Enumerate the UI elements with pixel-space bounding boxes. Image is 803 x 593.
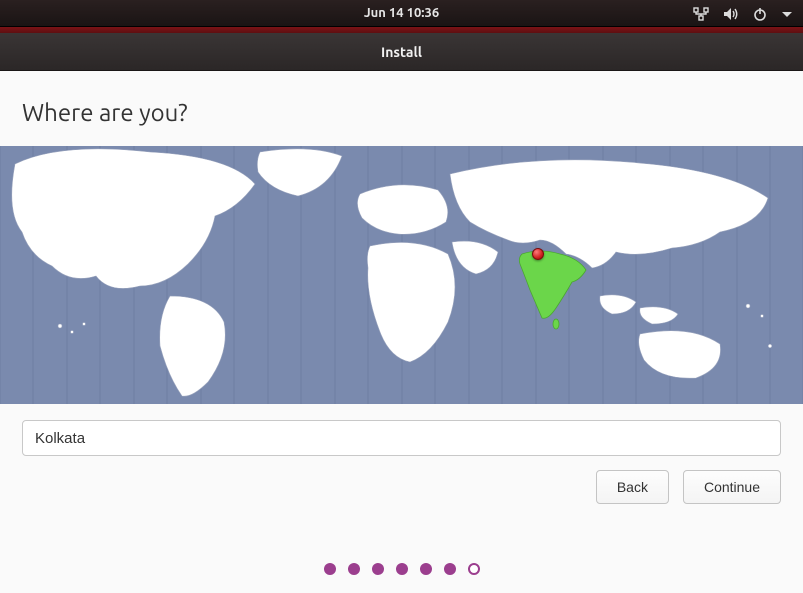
network-icon[interactable] [693, 7, 709, 21]
continue-button[interactable]: Continue [683, 470, 781, 504]
progress-dot [444, 563, 456, 575]
window-title-bar: Install [0, 33, 803, 71]
power-icon[interactable] [753, 7, 767, 21]
timezone-input[interactable] [22, 420, 781, 456]
window-title: Install [381, 44, 422, 60]
system-tray [693, 0, 793, 27]
progress-dots [0, 545, 803, 593]
installer-content: Where are you? [0, 71, 803, 593]
progress-dot [324, 563, 336, 575]
timezone-map[interactable] [0, 146, 803, 404]
progress-dot [468, 563, 480, 575]
progress-dot [348, 563, 360, 575]
progress-dot [372, 563, 384, 575]
progress-dot [396, 563, 408, 575]
nav-buttons: Back Continue [0, 456, 803, 504]
progress-dot [420, 563, 432, 575]
system-top-bar: Jun 14 10:36 [0, 0, 803, 27]
timezone-field-row [0, 404, 803, 456]
clock: Jun 14 10:36 [364, 6, 439, 20]
location-pin [532, 248, 544, 260]
chevron-down-icon[interactable] [781, 8, 793, 20]
page-heading: Where are you? [0, 71, 803, 146]
back-button[interactable]: Back [596, 470, 669, 504]
volume-icon[interactable] [723, 7, 739, 21]
